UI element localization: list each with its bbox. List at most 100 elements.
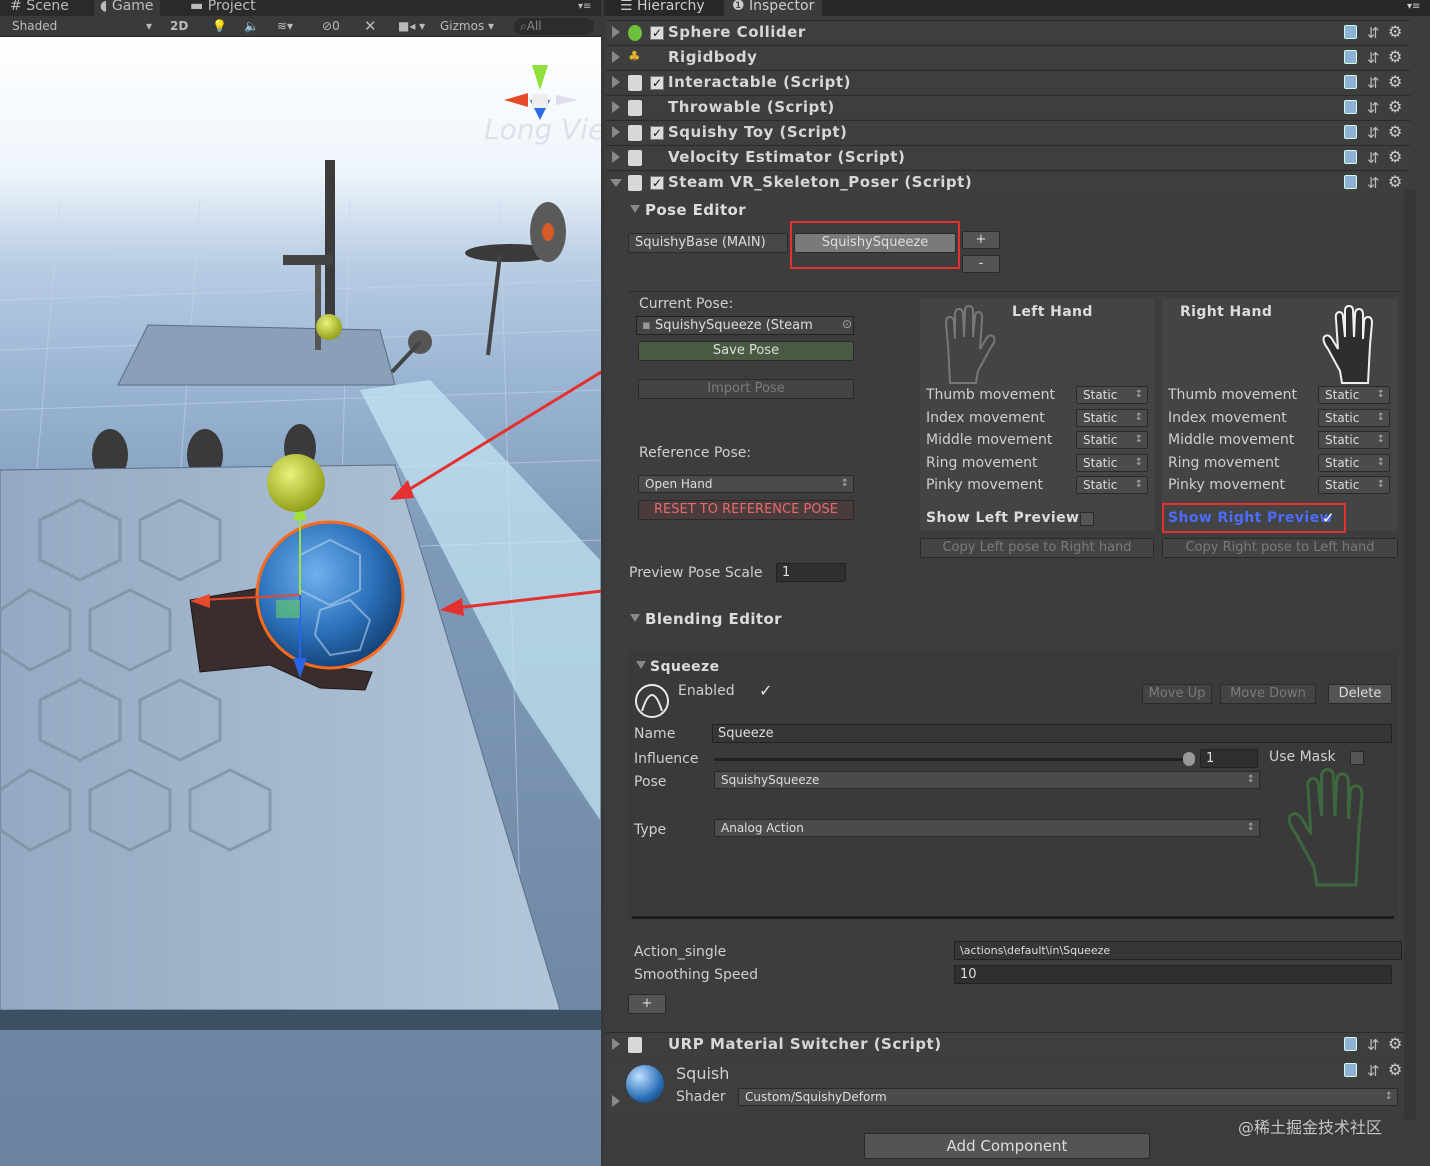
save-pose-button[interactable]: Save Pose: [638, 341, 854, 361]
gear-icon[interactable]: ⚙: [1388, 72, 1402, 91]
help-icon[interactable]: [1344, 125, 1357, 139]
gear-icon[interactable]: ⚙: [1388, 1034, 1402, 1053]
collapse-arrow-icon[interactable]: [612, 101, 620, 113]
help-icon[interactable]: [1344, 150, 1357, 164]
copy-right-to-left-button[interactable]: Copy Right pose to Left hand: [1162, 538, 1398, 558]
reset-reference-pose-button[interactable]: RESET TO REFERENCE POSE: [638, 500, 854, 520]
preset-icon[interactable]: ⇵: [1367, 174, 1380, 192]
foldout-arrow-icon[interactable]: [636, 661, 646, 669]
gizmos-dropdown[interactable]: Gizmos ▾: [440, 16, 494, 37]
import-pose-button[interactable]: Import Pose: [638, 379, 854, 399]
help-icon[interactable]: [1344, 1063, 1357, 1077]
tab-project[interactable]: ▬ Project: [184, 0, 262, 16]
foldout-arrow-icon[interactable]: [630, 205, 640, 213]
help-icon[interactable]: [1344, 75, 1357, 89]
show-left-preview-checkbox[interactable]: [1080, 512, 1094, 526]
left-thumb-dropdown[interactable]: Static: [1076, 386, 1148, 404]
pose-tab-base[interactable]: SquishyBase (MAIN): [628, 233, 788, 253]
component-enabled-checkbox[interactable]: ✓: [650, 76, 664, 90]
help-icon[interactable]: [1344, 175, 1357, 189]
type-dropdown[interactable]: Analog Action: [714, 819, 1260, 837]
collapse-arrow-icon[interactable]: [612, 26, 620, 38]
hidden-objects-toggle[interactable]: ⊘0: [322, 16, 340, 37]
gear-icon[interactable]: ⚙: [1388, 1060, 1402, 1079]
gear-icon[interactable]: ⚙: [1388, 122, 1402, 141]
preset-icon[interactable]: ⇵: [1367, 74, 1380, 92]
reference-pose-dropdown[interactable]: Open Hand: [638, 475, 854, 493]
delete-button[interactable]: Delete: [1328, 684, 1392, 704]
scene-viewport[interactable]: Long View: [0, 37, 601, 1166]
camera-icon[interactable]: ■◂ ▾: [398, 16, 425, 37]
inspector-scrollbar[interactable]: [1404, 190, 1416, 1120]
preset-icon[interactable]: ⇵: [1367, 24, 1380, 42]
preset-icon[interactable]: ⇵: [1367, 1062, 1380, 1080]
foldout-arrow-icon[interactable]: [630, 614, 640, 622]
collapse-arrow-icon[interactable]: [612, 51, 620, 63]
preset-icon[interactable]: ⇵: [1367, 99, 1380, 117]
scene-search-input[interactable]: ⌕All: [514, 18, 594, 35]
enabled-checkbox[interactable]: ✓: [759, 681, 772, 700]
add-pose-button[interactable]: +: [962, 231, 1000, 249]
influence-input[interactable]: 1: [1200, 749, 1258, 768]
component-enabled-checkbox[interactable]: ✓: [650, 126, 664, 140]
left-index-dropdown[interactable]: Static: [1076, 409, 1148, 427]
left-ring-dropdown[interactable]: Static: [1076, 454, 1148, 472]
tab-menu-icon[interactable]: ▾≡: [572, 0, 597, 16]
component-enabled-checkbox[interactable]: ✓: [650, 26, 664, 40]
component-rigidbody[interactable]: ♣ Rigidbody ⇵ ⚙: [606, 45, 1410, 69]
pose-dropdown[interactable]: SquishySqueeze: [714, 771, 1260, 789]
add-component-button[interactable]: Add Component: [864, 1133, 1150, 1159]
collapse-arrow-icon[interactable]: [612, 126, 620, 138]
collapse-arrow-icon[interactable]: [612, 76, 620, 88]
gear-icon[interactable]: ⚙: [1388, 47, 1402, 66]
shader-dropdown[interactable]: Custom/SquishyDeform: [738, 1088, 1398, 1106]
add-blend-button[interactable]: +: [628, 994, 666, 1014]
tools-icon[interactable]: ✕: [364, 16, 377, 37]
squishy-ball[interactable]: [258, 523, 402, 667]
component-enabled-checkbox[interactable]: ✓: [650, 176, 664, 190]
preset-icon[interactable]: ⇵: [1367, 49, 1380, 67]
gear-icon[interactable]: ⚙: [1388, 147, 1402, 166]
remove-pose-button[interactable]: -: [962, 255, 1000, 273]
smoothing-input[interactable]: 10: [954, 965, 1392, 984]
current-pose-field[interactable]: ▪ SquishySqueeze (Steam: [636, 316, 854, 335]
help-icon[interactable]: [1344, 50, 1357, 64]
collapse-arrow-icon[interactable]: [612, 151, 620, 163]
left-pinky-dropdown[interactable]: Static: [1076, 476, 1148, 494]
action-input[interactable]: \actions\default\in\Squeeze: [954, 941, 1402, 960]
right-index-dropdown[interactable]: Static: [1318, 409, 1390, 427]
component-velocity-estimator[interactable]: Velocity Estimator (Script) ⇵ ⚙: [606, 145, 1410, 169]
help-icon[interactable]: [1344, 1037, 1357, 1051]
component-skeleton-poser[interactable]: ✓ Steam VR_Skeleton_Poser (Script) ⇵ ⚙: [606, 170, 1410, 194]
object-picker-icon[interactable]: ⊙: [842, 317, 852, 331]
audio-toggle-icon[interactable]: 🔈: [244, 16, 259, 37]
name-input[interactable]: Squeeze: [712, 724, 1392, 743]
effects-toggle-icon[interactable]: ≋▾: [277, 16, 293, 37]
component-throwable[interactable]: Throwable (Script) ⇵ ⚙: [606, 95, 1410, 119]
collapse-arrow-icon[interactable]: [612, 1095, 620, 1107]
gear-icon[interactable]: ⚙: [1388, 172, 1402, 191]
gear-icon[interactable]: ⚙: [1388, 22, 1402, 41]
left-middle-dropdown[interactable]: Static: [1076, 431, 1148, 449]
shading-mode-dropdown[interactable]: Shaded ▾: [12, 16, 152, 37]
preview-scale-input[interactable]: 1: [776, 563, 846, 582]
component-squishy-toy[interactable]: ✓ Squishy Toy (Script) ⇵ ⚙: [606, 120, 1410, 144]
help-icon[interactable]: [1344, 25, 1357, 39]
expand-arrow-icon[interactable]: [610, 179, 622, 187]
orientation-gizmo[interactable]: [504, 65, 578, 120]
move-up-button[interactable]: Move Up: [1142, 684, 1212, 704]
right-ring-dropdown[interactable]: Static: [1318, 454, 1390, 472]
component-interactable[interactable]: ✓ Interactable (Script) ⇵ ⚙: [606, 70, 1410, 94]
toggle-2d-button[interactable]: 2D: [170, 16, 188, 37]
gear-icon[interactable]: ⚙: [1388, 97, 1402, 116]
tab-hierarchy[interactable]: ☰ Hierarchy: [612, 0, 713, 16]
preset-icon[interactable]: ⇵: [1367, 1036, 1380, 1054]
help-icon[interactable]: [1344, 100, 1357, 114]
copy-left-to-right-button[interactable]: Copy Left pose to Right hand: [920, 538, 1154, 558]
preset-icon[interactable]: ⇵: [1367, 124, 1380, 142]
influence-slider-track[interactable]: [714, 758, 1186, 761]
tab-menu-icon[interactable]: ▾≡: [1399, 0, 1428, 16]
use-mask-checkbox[interactable]: [1350, 751, 1364, 765]
right-middle-dropdown[interactable]: Static: [1318, 431, 1390, 449]
tab-scene[interactable]: # Scene: [4, 0, 75, 16]
